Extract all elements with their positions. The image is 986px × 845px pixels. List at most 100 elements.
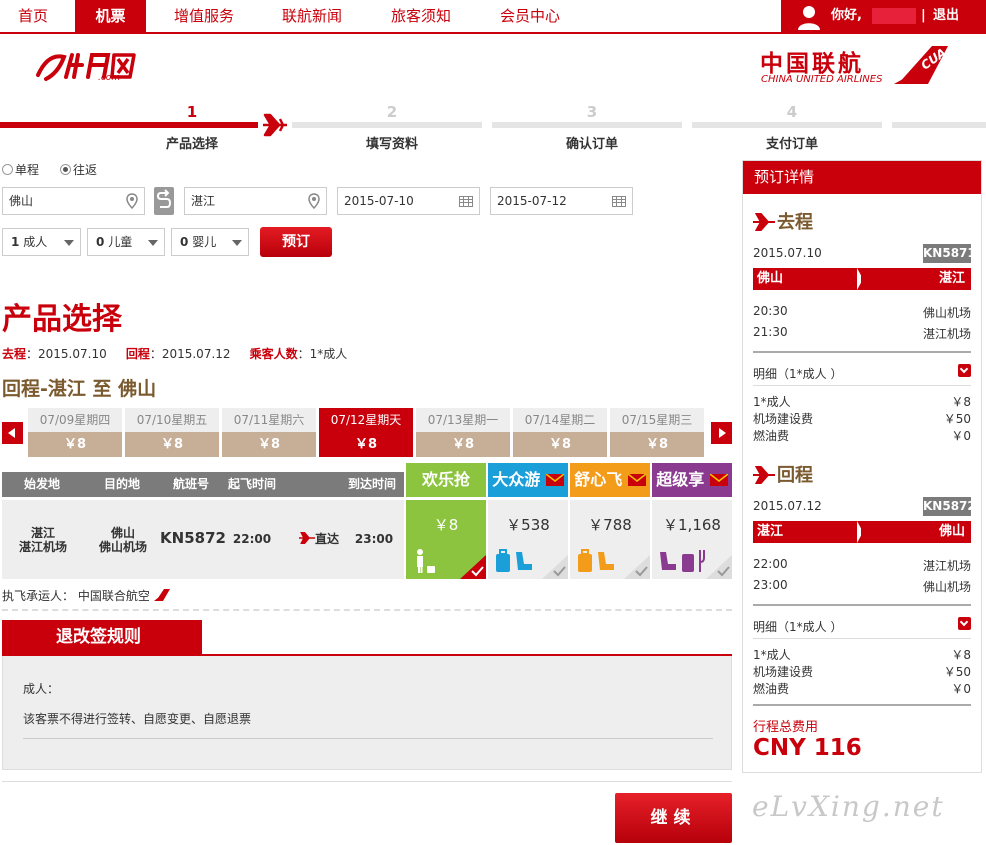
- outbound-title-text: 去程: [777, 212, 813, 233]
- flight-row: 湛江 湛江机场 佛山 佛山机场 KN5872 22:00 直达 23:00: [2, 500, 404, 579]
- step-4-number: 4: [786, 103, 798, 121]
- return-date-value: 2015-07-12: [497, 194, 567, 208]
- step-2-label: 填写资料: [365, 137, 418, 152]
- product-header-popular: 大众游: [488, 463, 568, 497]
- date-cell-price: ￥8: [513, 432, 607, 457]
- user-icon: [798, 6, 820, 30]
- continue-button[interactable]: 继续: [615, 793, 732, 843]
- carrier-info: 执飞承运人： 中国联合航空: [2, 587, 170, 604]
- page-title: 产品选择: [2, 302, 122, 337]
- product-header-super: 超级享: [652, 463, 732, 497]
- nav-home[interactable]: 首页: [0, 0, 66, 32]
- date-cell[interactable]: 07/13星期一 ￥8: [416, 408, 510, 457]
- swap-cities-icon[interactable]: [154, 187, 174, 215]
- destination-city: 佛山: [110, 526, 135, 540]
- from-city-input[interactable]: 佛山: [2, 187, 145, 215]
- date-cell-date: 07/09星期四: [28, 408, 122, 432]
- date-cell-selected[interactable]: 07/12星期天 ￥8: [319, 408, 413, 457]
- adult-count-select[interactable]: 1 成人: [2, 228, 81, 256]
- fee-label: 1*成人: [753, 395, 791, 409]
- rules-divider: [23, 738, 713, 739]
- refund-rules-tab[interactable]: 退改签规则: [2, 620, 202, 654]
- date-cell[interactable]: 07/15星期三 ￥8: [610, 408, 704, 457]
- route-to: 佛山: [861, 521, 971, 543]
- date-cell-date: 07/10星期五: [125, 408, 219, 432]
- date-cell[interactable]: 07/14星期二 ￥8: [513, 408, 607, 457]
- carrier-label: 执飞承运人：: [2, 589, 75, 603]
- date-cell[interactable]: 07/09星期四 ￥8: [28, 408, 122, 457]
- feiba-logo-mark: [36, 53, 136, 81]
- return-detail-toggle[interactable]: [958, 617, 971, 630]
- panel-title: 预订详情: [743, 161, 981, 194]
- product-cell-super[interactable]: ￥1,168: [652, 500, 732, 579]
- fee-value: ￥0: [951, 429, 971, 443]
- flight-number: KN5872: [160, 529, 226, 547]
- calendar-icon: [459, 196, 473, 207]
- step-3-number: 3: [586, 103, 598, 121]
- return-date-input[interactable]: 2015-07-12: [490, 187, 633, 215]
- step-3-label: 确认订单: [565, 137, 618, 152]
- cua-logo-en: CHINA UNITED AIRLINES: [761, 74, 883, 85]
- fee-label: 机场建设费: [753, 665, 814, 679]
- fee-label: 机场建设费: [753, 412, 814, 426]
- infant-count-label: 婴儿: [192, 235, 217, 249]
- round-trip-radio[interactable]: 往返: [60, 161, 97, 178]
- outbound-label: 去程: [2, 347, 27, 361]
- outbound-route: 佛山 湛江: [753, 268, 971, 290]
- date-cell[interactable]: 07/10星期五 ￥8: [125, 408, 219, 457]
- nav-member-center[interactable]: 会员中心: [484, 0, 576, 32]
- infant-count-value: 0: [180, 235, 189, 249]
- return-detail-label: 明细（1*成人 ）: [753, 620, 843, 634]
- date-next-arrow[interactable]: [711, 422, 732, 444]
- child-count-select[interactable]: 0 儿童: [87, 228, 165, 256]
- book-button[interactable]: 预订: [260, 227, 332, 257]
- infant-count-select[interactable]: 0 婴儿: [171, 228, 249, 256]
- return-route: 湛江 佛山: [753, 521, 971, 543]
- gift-envelope-icon: [545, 473, 565, 486]
- passenger-label: 乘客人数: [249, 347, 298, 361]
- outbound-date: ：2015.07.10: [26, 347, 107, 361]
- route-to: 湛江: [861, 268, 971, 290]
- outbound-segment-title: 去程: [753, 208, 813, 234]
- outbound-detail-label: 明细（1*成人 ）: [753, 367, 843, 381]
- depart-date-input[interactable]: 2015-07-10: [337, 187, 480, 215]
- one-way-radio[interactable]: 单程: [2, 161, 39, 178]
- nav-value-added[interactable]: 增值服务: [158, 0, 250, 32]
- date-cell[interactable]: 07/11星期六 ￥8: [222, 408, 316, 457]
- nav-travel-notice[interactable]: 旅客须知: [375, 0, 467, 32]
- product-cell-comfort[interactable]: ￥788: [570, 500, 650, 579]
- product-cell-popular[interactable]: ￥538: [488, 500, 568, 579]
- product-cell-happy[interactable]: ￥8: [406, 500, 486, 579]
- step-2-number: 2: [386, 103, 398, 121]
- passenger-value: ：1*成人: [297, 347, 348, 361]
- origin-cell: 湛江 湛江机场: [14, 526, 72, 554]
- nav-news[interactable]: 联航新闻: [266, 0, 358, 32]
- return-detail-divider: [753, 638, 971, 639]
- product-name: 舒心飞: [574, 470, 623, 489]
- logout-link[interactable]: 退出: [933, 0, 959, 32]
- product-header-comfort: 舒心飞: [570, 463, 650, 497]
- outbound-arrive-time: 21:30: [753, 325, 788, 339]
- masked-username: [872, 8, 916, 24]
- nav-flights[interactable]: 机票: [75, 0, 146, 32]
- plane-icon: [753, 212, 775, 232]
- watermark: eLvXing.net: [752, 790, 945, 823]
- rules-text: 该客票不得进行签转、自愿变更、自愿退票: [23, 712, 252, 726]
- unselected-check-icon: [542, 555, 568, 579]
- outbound-depart-airport: 佛山机场: [922, 306, 971, 320]
- outbound-flight-badge: KN5871: [923, 244, 976, 263]
- feiba-logo[interactable]: .com: [34, 47, 138, 90]
- fee-value: ￥8: [951, 395, 971, 409]
- date-cell-date: 07/13星期一: [416, 408, 510, 432]
- return-arrive-airport: 佛山机场: [922, 580, 971, 594]
- total-label: 行程总费用: [753, 720, 819, 735]
- return-label: 回程: [125, 347, 150, 361]
- outbound-detail-toggle[interactable]: [958, 364, 971, 377]
- round-trip-label: 往返: [73, 163, 98, 177]
- to-city-input[interactable]: 湛江: [184, 187, 327, 215]
- from-city-value: 佛山: [9, 194, 34, 208]
- return-depart-airport: 湛江机场: [922, 559, 971, 573]
- outbound-depart-time: 20:30: [753, 304, 788, 318]
- trip-summary: 去程：2015.07.10 回程：2015.07.12 乘客人数：1*成人: [2, 345, 347, 362]
- date-prev-arrow[interactable]: [2, 422, 23, 444]
